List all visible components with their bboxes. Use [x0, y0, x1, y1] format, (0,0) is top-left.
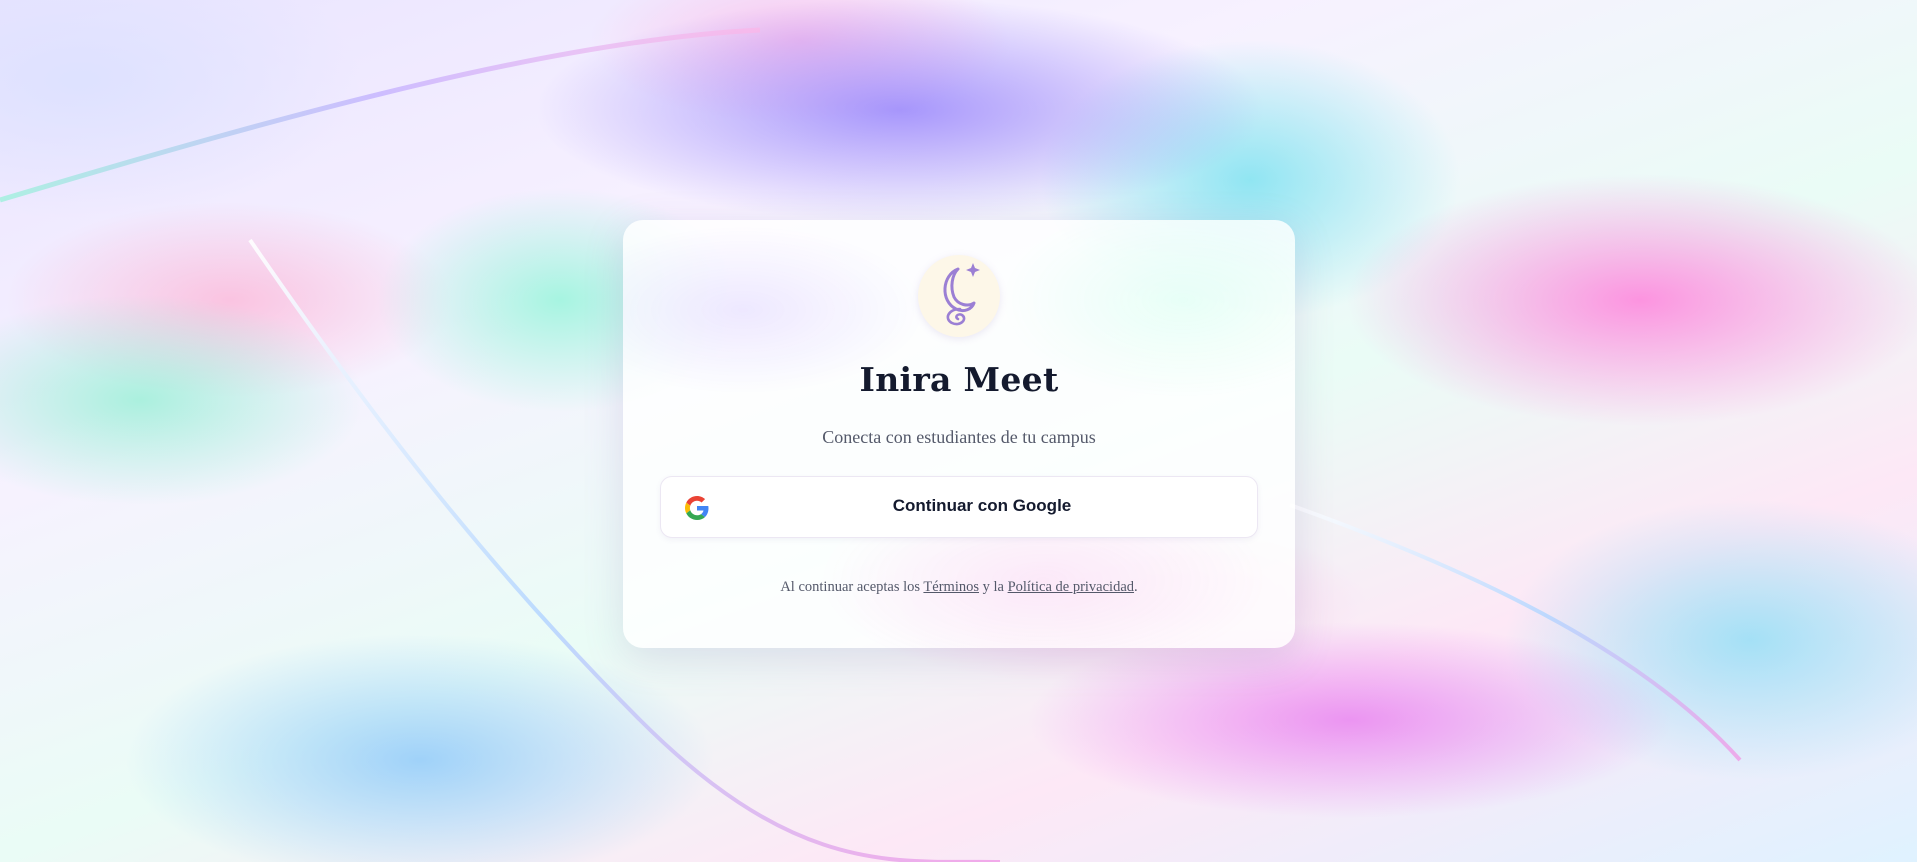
login-card: Inira Meet Conecta con estudiantes de tu…	[623, 220, 1295, 648]
legal-suffix: .	[1134, 579, 1138, 595]
continue-with-google-button[interactable]: Continuar con Google	[660, 476, 1258, 538]
google-button-label: Continuar con Google	[892, 496, 1072, 515]
app-tagline: Conecta con estudiantes de tu campus	[822, 427, 1096, 447]
privacy-policy-link[interactable]: Política de privacidad	[1008, 579, 1134, 595]
crescent-moon-sparkle-icon	[943, 263, 980, 326]
legal-connector: y la	[982, 579, 1004, 595]
legal-notice: Al continuar aceptas los Términos y la P…	[623, 579, 1295, 596]
legal-prefix: Al continuar aceptas los	[780, 579, 921, 595]
app-logo	[918, 255, 1000, 337]
app-title: Inira Meet	[859, 360, 1059, 399]
terms-link[interactable]: Términos	[923, 579, 979, 595]
